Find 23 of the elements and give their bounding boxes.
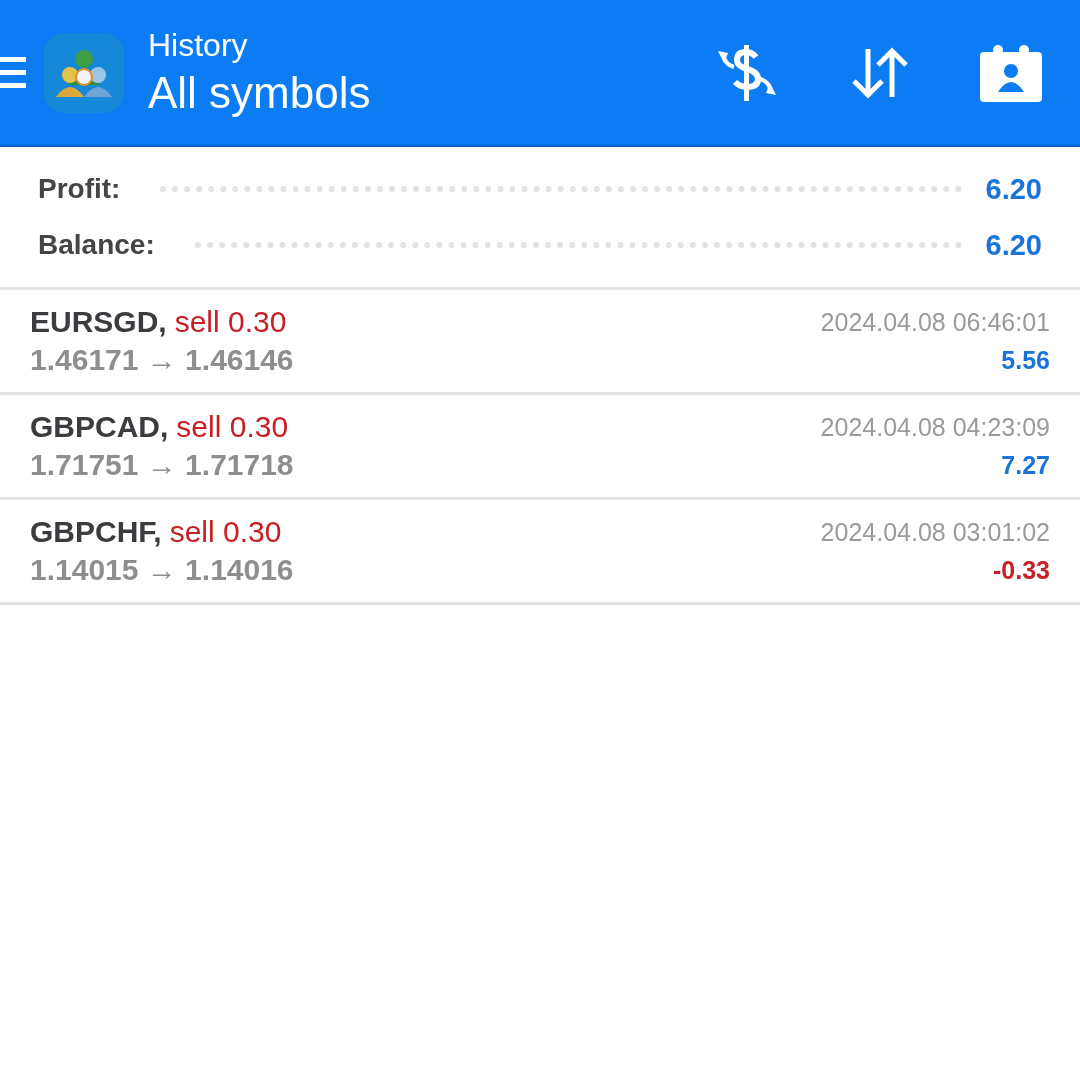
deal-row[interactable]: GBPCHF, sell 0.30 1.14015 → 1.14016 2024.04.08 03:01:02 -0.33	[0, 500, 1080, 605]
deal-profit: -0.33	[993, 555, 1050, 586]
deal-time: 2024.04.08 03:01:02	[820, 517, 1050, 548]
deal-row[interactable]: GBPCAD, sell 0.30 1.71751 → 1.71718 2024.04.08 04:23:09 7.27	[0, 395, 1080, 500]
summary-label: Balance:	[38, 229, 155, 261]
summary-value: 6.20	[985, 228, 1042, 262]
summary-label: Profit:	[38, 173, 121, 205]
deal-profit: 7.27	[1001, 450, 1050, 481]
calendar-person-icon[interactable]	[980, 43, 1042, 102]
deal-row[interactable]: EURSGD, sell 0.30 1.46171 → 1.46146 2024.04.08 06:46:01 5.56	[0, 290, 1080, 395]
deal-title: GBPCAD, sell 0.30	[30, 409, 289, 445]
symbol-filter[interactable]: All symbols	[148, 64, 644, 121]
deal-prices: 1.14015 → 1.14016	[30, 552, 294, 588]
deal-prices: 1.46171 → 1.46146	[30, 342, 294, 378]
screen-title: History	[148, 25, 249, 65]
deal-time: 2024.04.08 06:46:01	[820, 307, 1050, 338]
app-logo-icon	[44, 32, 124, 113]
summary-value: 6.20	[985, 172, 1042, 206]
deal-title: GBPCHF, sell 0.30	[30, 514, 282, 550]
deal-profit: 5.56	[1001, 345, 1050, 376]
deal-prices: 1.71751 → 1.71718	[30, 447, 294, 483]
deal-title: EURSGD, sell 0.30	[30, 304, 287, 340]
deal-time: 2024.04.08 04:23:09	[820, 412, 1050, 443]
